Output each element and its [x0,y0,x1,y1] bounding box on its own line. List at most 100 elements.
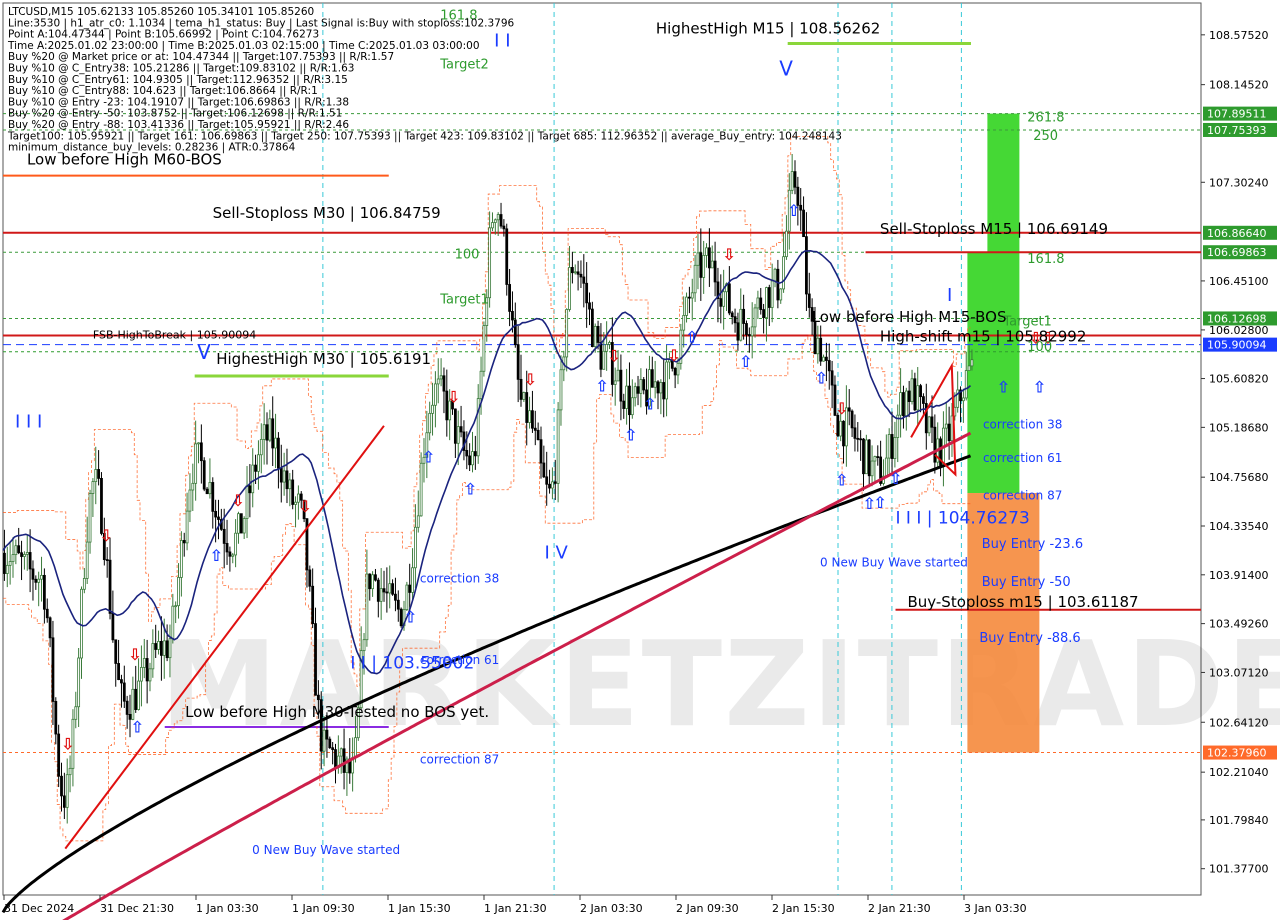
header-line: minimum_distance_buy_levels: 0.28236 | A… [8,142,296,154]
candle [553,481,557,484]
annotation-label: High-shift m15 | 105.82992 [880,328,1086,346]
annotation-label: 100 [455,247,480,262]
candle [279,467,283,483]
candle [80,588,83,659]
candle [259,438,263,456]
annotation-label: Sell-Stoploss M15 | 106.69149 [880,220,1108,238]
header-line: Buy %10 @ C_Entry61: 104.9305 || Target:… [8,74,348,86]
candle [174,605,178,608]
candle [482,325,486,372]
candle [34,578,38,583]
candle [659,382,663,394]
candle [371,574,374,590]
candle [142,658,146,668]
candle [145,658,149,682]
candle [770,280,774,308]
candle [502,225,506,230]
candle [531,410,534,429]
candle [248,485,252,494]
candle [234,532,238,556]
candle [165,640,169,659]
annotation-label: 100 [1027,340,1052,355]
candle [122,682,126,702]
candle [919,385,922,398]
candle [802,209,805,238]
candle [873,456,877,462]
candle [114,639,118,664]
candle [388,583,392,594]
candle [399,608,403,627]
candle [902,392,905,417]
candle [688,296,691,299]
annotation-label: Buy Entry -50 [982,575,1071,590]
candle [705,247,708,256]
candle [151,643,155,670]
candle [862,438,865,475]
candle [593,325,597,348]
candle [382,588,386,593]
candle [496,214,500,221]
header-line: Time A:2025.01.02 23:00:00 | Time B:2025… [7,40,480,52]
price-badge-label: 105.90094 [1207,339,1267,352]
sell-arrow-icon: ⇩ [298,497,311,516]
candle [539,439,543,464]
candle [847,407,851,412]
annotation-label: HighestHigh M15 | 108.56262 [656,19,880,37]
sell-arrow-icon: ⇩ [231,491,244,510]
buy-arrow-icon: ⇧ [624,426,637,445]
candle [699,252,703,278]
candle [354,737,357,759]
candle [31,568,35,580]
annotation-label: Target1 [439,293,489,308]
chart-root: MARKETZITRADE ⇧ ⇧ ⇧ ⇧ ⇧ ⇧ ⇧ ⇧ ⇧ ⇧ ⇧ ⇧ ⇧ ⇧ ⇧ ⇧ ⇧ ⇧ ⇩ ⇩ ⇩ ⇩ ⇩ ⇩ ⇩ ⇩… [0,0,1280,924]
candle [964,370,968,399]
candle [556,409,560,484]
candle [859,438,863,441]
candle [747,334,751,337]
candle [436,378,440,385]
candle [179,540,183,578]
candle [864,439,868,475]
candle [433,383,437,406]
sell-arrow-icon: ⇩ [607,347,620,366]
price-badge-label: 107.75393 [1207,124,1267,137]
candle [177,577,180,607]
header-line: Buy %20 @ Entry -50: 103.8752 || Target:… [8,108,342,120]
price-chart[interactable]: MARKETZITRADE ⇧⇧⇧⇧⇧⇧⇧⇧⇧⇧⇧⇧⇧⇧⇧⇧⇧ ⇧⇩⇩⇩⇩ ⇩⇩⇩⇩… [0,0,1280,924]
candle [342,748,346,773]
candle [793,171,797,188]
candle [120,679,123,684]
candle [690,292,694,299]
candle [257,454,260,472]
candle [842,420,845,447]
candle [154,643,158,650]
candle [291,479,295,505]
buy-arrow-icon: ⇧ [464,479,477,498]
candle [585,282,589,304]
price-tick-label: 101.37700 [1209,863,1269,876]
header-line: Buy %10 @ Entry -23: 104.19107 || Target… [8,96,349,108]
candle [68,767,72,776]
candle [316,694,320,701]
price-tick-label: 108.14520 [1209,79,1269,92]
time-tick-label: 2 Jan 15:30 [772,902,835,915]
candle [168,638,172,659]
candle [807,293,811,308]
candle [245,485,249,519]
candle [262,424,266,440]
candle [111,612,115,641]
buy-arrow-icon: ⇧ [130,718,143,737]
candle [693,264,697,294]
candle [271,418,275,449]
candle [265,424,269,441]
candle [322,729,326,752]
candle [947,423,951,442]
buy-arrow-icon: ⇧ [889,469,902,488]
candle [308,569,312,587]
candle [856,437,860,440]
candle [40,574,43,580]
price-badge-label: 106.86640 [1207,227,1267,240]
annotation-label: 261.8 [1027,111,1064,126]
annotation-label: Buy Entry -23.6 [982,537,1083,552]
candle [573,271,577,274]
